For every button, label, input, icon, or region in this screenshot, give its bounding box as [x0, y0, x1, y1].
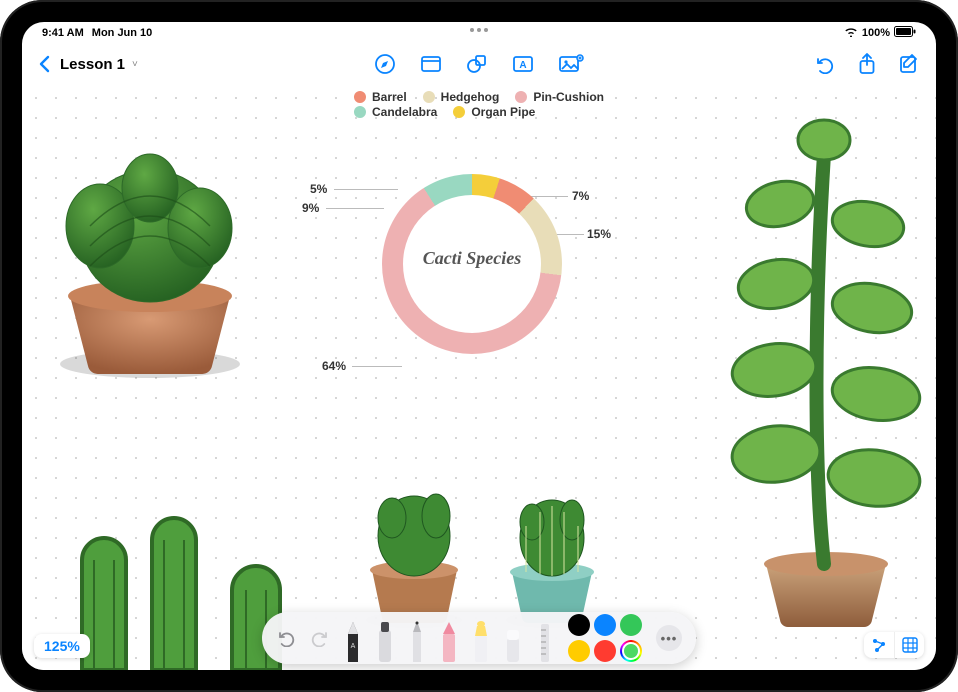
pct-64: 64% [322, 359, 346, 373]
shapes-button[interactable] [466, 53, 488, 75]
image-small-cactus-brown-pot[interactable] [352, 460, 477, 630]
legend-barrel: Barrel [372, 90, 407, 104]
swatch-hedgehog [423, 91, 435, 103]
status-date: Mon Jun 10 [92, 27, 153, 39]
board-title[interactable]: Lesson 1 [60, 56, 125, 73]
freeform-canvas[interactable]: Barrel Hedgehog Pin-Cushion Candelabra O… [22, 84, 936, 670]
svg-text:A: A [519, 60, 526, 71]
tray-redo-button[interactable] [310, 629, 330, 647]
donut-chart[interactable]: 7% 15% 64% 9% 5% Cacti Species [322, 134, 622, 394]
navigator-button[interactable] [864, 632, 894, 658]
compose-button[interactable] [898, 53, 920, 75]
chart-title: Cacti Species [382, 248, 562, 269]
fill-tool[interactable] [472, 622, 490, 662]
pencil-tool[interactable] [408, 622, 426, 662]
svg-text:A: A [351, 643, 356, 650]
drawing-tall-succulent[interactable] [696, 94, 926, 634]
app-toolbar: Lesson 1 ˅ A [22, 44, 936, 84]
legend-hedgehog: Hedgehog [441, 90, 500, 104]
color-black[interactable] [568, 614, 590, 636]
eraser-tool[interactable] [504, 622, 522, 662]
swatch-barrel [354, 91, 366, 103]
color-red[interactable] [594, 640, 616, 662]
zoom-level-button[interactable]: 125% [34, 634, 90, 658]
color-blue[interactable] [594, 614, 616, 636]
legend-organ-pipe: Organ Pipe [471, 105, 535, 119]
color-green[interactable] [620, 614, 642, 636]
status-time: 9:41 AM [42, 27, 84, 39]
swatch-pin-cushion [515, 91, 527, 103]
view-toggle [864, 632, 924, 658]
share-button[interactable] [858, 53, 876, 75]
chevron-down-icon[interactable]: ˅ [132, 59, 138, 70]
swatch-candelabra [354, 106, 366, 118]
ruler-tool[interactable] [536, 622, 554, 662]
chart-legend: Barrel Hedgehog Pin-Cushion Candelabra O… [354, 90, 604, 119]
media-button[interactable] [558, 53, 584, 75]
color-yellow[interactable] [568, 640, 590, 662]
pct-5: 5% [310, 182, 327, 196]
swatch-organ-pipe [453, 106, 465, 118]
back-button[interactable] [38, 55, 50, 73]
pct-15: 15% [587, 227, 611, 241]
zoom-label: 125% [44, 638, 80, 654]
image-small-cactus-teal-pot[interactable] [492, 460, 612, 630]
legend-pin-cushion: Pin-Cushion [533, 90, 604, 104]
crayon-tool[interactable] [440, 622, 458, 662]
battery-icon [894, 26, 916, 40]
multitask-indicator[interactable] [470, 28, 488, 32]
color-palette [568, 614, 642, 662]
grid-button[interactable] [894, 632, 924, 658]
text-box-button[interactable]: A [512, 53, 534, 75]
marker-tool[interactable] [376, 622, 394, 662]
color-picker[interactable] [620, 640, 642, 662]
pct-9: 9% [302, 201, 319, 215]
sticky-note-button[interactable] [420, 53, 442, 75]
status-bar: 9:41 AM Mon Jun 10 100% [22, 22, 936, 42]
wifi-icon [844, 26, 858, 40]
tray-undo-button[interactable] [276, 629, 296, 647]
legend-candelabra: Candelabra [372, 105, 437, 119]
drawing-tool-tray: A ••• [262, 612, 696, 664]
battery-percent: 100% [862, 27, 890, 39]
undo-button[interactable] [814, 53, 836, 75]
tray-more-button[interactable]: ••• [656, 625, 682, 651]
image-barrel-cactus-pot[interactable] [40, 126, 260, 386]
pen-tool[interactable]: A [344, 622, 362, 662]
pct-7: 7% [572, 189, 589, 203]
draw-tool-button[interactable] [374, 53, 396, 75]
